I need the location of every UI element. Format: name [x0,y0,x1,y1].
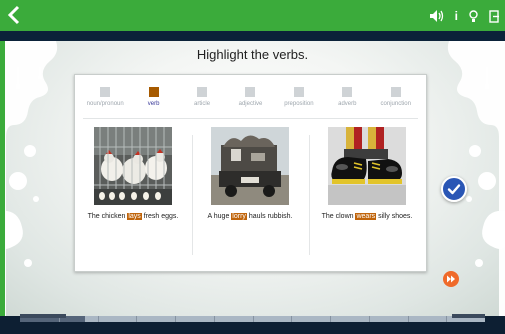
parts-of-speech-selector: noun/pronoun verb article adjective preposit… [75,87,426,117]
pos-option-article[interactable]: article [181,87,223,117]
progress-tick [213,316,215,322]
pos-color-swatch [197,87,208,97]
info-icon[interactable]: i [455,8,458,24]
progress-tick [446,316,448,322]
word-token[interactable]: hauls [249,213,266,220]
sentence-text: A huge lorry hauls rubbish. [196,211,304,223]
progress-tick [291,316,293,322]
pos-option-adverb[interactable]: adverb [326,87,368,117]
pos-label: adjective [238,101,263,107]
word-token[interactable]: fresh [144,213,160,220]
pos-option-verb[interactable]: verb [133,87,175,117]
back-icon[interactable] [7,5,21,25]
progress-tick [407,316,409,322]
pos-option-noun-pronoun[interactable]: noun/pronoun [84,87,126,117]
pos-option-adjective[interactable]: adjective [229,87,271,117]
exercise-card: noun/pronoun verb article adjective preposit… [74,74,427,272]
pos-color-swatch [148,87,159,97]
pos-label: verb [147,101,160,107]
pos-option-preposition[interactable]: preposition [278,87,320,117]
sentence-text: The clown wears silly shoes. [313,211,421,223]
chickens-in-cage-image [94,127,172,205]
progress-tick [97,316,99,322]
pos-option-conjunction[interactable]: conjunction [375,87,417,117]
card-divider [83,118,418,119]
word-token[interactable]: A [208,213,212,220]
check-answer-button[interactable] [441,176,467,202]
pos-color-swatch [245,87,256,97]
word-token[interactable]: shoes. [392,213,413,220]
pos-label: conjunction [380,101,411,107]
progress-tick [252,316,254,322]
fast-forward-icon [447,275,455,283]
word-token[interactable]: clown [336,213,354,220]
fast-forward-button[interactable] [443,271,459,287]
pos-label: article [194,101,211,107]
top-bar: i [0,0,505,31]
pos-label: preposition [284,101,314,107]
sentence-item: The chicken lays fresh eggs. [75,127,191,267]
progress-tick [136,316,138,322]
word-token[interactable]: wears [355,213,377,220]
word-token[interactable]: lays [127,213,142,220]
word-token[interactable]: lorry [231,213,247,220]
progress-tick [330,316,331,322]
pos-color-swatch [293,87,304,97]
word-token[interactable]: eggs. [161,213,178,220]
volume-icon[interactable] [429,10,444,22]
pos-label: adverb [338,101,357,107]
progress-cap-right [452,314,485,318]
sentence-item: The clown wears silly shoes. [309,127,425,267]
pos-color-swatch [100,87,111,97]
sentence-item: A huge lorry hauls rubbish. [192,127,308,267]
activity-title: Highlight the verbs. [196,47,309,62]
word-token[interactable]: huge [214,213,230,220]
checkmark-icon [447,184,461,195]
progress-tick [368,316,370,322]
pos-label: noun/pronoun [86,101,124,107]
sentence-text: The chicken lays fresh eggs. [79,211,187,223]
exit-icon[interactable] [489,9,499,23]
top-toolbar: i [429,7,499,25]
progress-cap-left [20,314,66,318]
progress-tick [175,316,176,322]
word-token[interactable]: silly [378,213,390,220]
progress-bar [20,316,485,322]
hint-icon[interactable] [469,9,478,23]
word-token[interactable]: The [88,213,100,220]
truck-with-rubbish-image [211,127,289,205]
word-token[interactable]: chicken [102,213,126,220]
pos-color-swatch [390,87,401,97]
left-edge-strip [0,41,5,316]
header-divider [0,31,505,41]
paint-splash-decoration-left [0,41,58,316]
clown-shoes-image [328,127,406,205]
word-token[interactable]: rubbish. [268,213,293,220]
word-token[interactable]: The [322,213,334,220]
pos-color-swatch [342,87,353,97]
